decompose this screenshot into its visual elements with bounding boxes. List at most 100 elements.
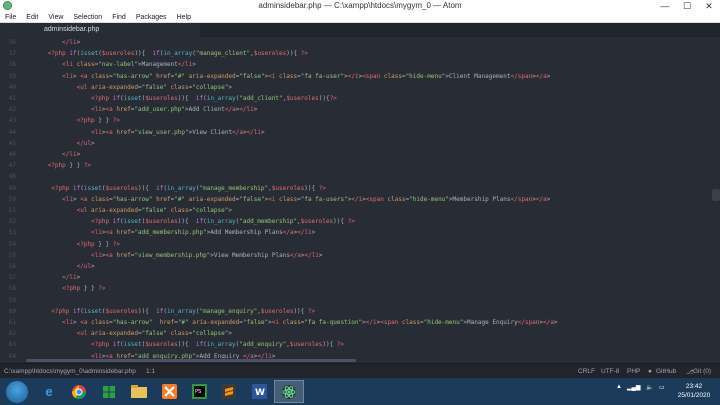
code-area[interactable]: </li> <?php if(isset($useroles)){ if(in_… [26, 37, 720, 363]
maximize-button[interactable]: ☐ [676, 0, 698, 12]
tab-label: adminsidebar.php [44, 26, 100, 33]
line-number: 40 [8, 83, 16, 91]
code-line[interactable]: <ul aria-expanded="false" class="collaps… [26, 84, 232, 91]
code-line[interactable]: <?php } } ?> [26, 285, 105, 292]
close-button[interactable]: ✕ [698, 0, 720, 12]
line-number: 41 [8, 95, 16, 102]
battery-icon[interactable]: ▭ [659, 384, 665, 391]
code-line[interactable]: <li><a href="add_membership.php">Add Mem… [26, 229, 315, 236]
line-number: 51 [8, 207, 16, 214]
line-number: 44 [8, 128, 16, 136]
menu-bar: File Edit View Selection Find Packages H… [0, 12, 720, 23]
menu-help[interactable]: Help [172, 12, 196, 22]
code-line[interactable]: <?php if(isset($useroles)){ if(in_array(… [26, 50, 308, 57]
store-icon[interactable] [94, 380, 124, 403]
code-line[interactable]: <li><a href="add_user.php">Add Client</a… [26, 106, 257, 113]
title-bar: adminsidebar.php — C:\xampp\htdocs\mygym… [0, 0, 720, 12]
code-line[interactable]: </li> [26, 151, 80, 158]
code-line[interactable]: <ul aria-expanded="false" class="collaps… [26, 207, 232, 214]
windows-start-icon[interactable] [6, 381, 28, 403]
line-number-gutter: 36 37 38 39 40 41 42 43 44 45 46 47 48 49 50 51 52 53 54 55… [0, 37, 26, 363]
status-line-ending[interactable]: CRLF [578, 368, 595, 375]
status-grammar[interactable]: PHP [627, 368, 640, 375]
taskbar-clock[interactable]: 23:42 25/01/2020 [672, 382, 716, 400]
line-number: 62 [8, 330, 16, 338]
tab-bar: adminsidebar.php [0, 23, 720, 37]
menu-file[interactable]: File [0, 12, 21, 22]
code-line[interactable]: <li class="nav-label">Management</li> [26, 61, 196, 68]
menu-edit[interactable]: Edit [21, 12, 43, 22]
clock-date: 25/01/2020 [677, 392, 711, 399]
line-number: 46 [8, 151, 16, 158]
code-line[interactable]: <li> <a class="has-arrow" href="#" aria-… [26, 319, 557, 326]
code-line[interactable]: <?php } } ?> [26, 162, 91, 169]
code-line[interactable]: </ul> [26, 263, 95, 270]
line-number: 56 [8, 263, 16, 270]
code-line[interactable]: <?php if(isset($useroles)){ if(in_array(… [26, 185, 326, 192]
code-line[interactable]: </li> [26, 39, 80, 46]
line-number: 37 [8, 50, 16, 58]
side-panel-toggle[interactable] [712, 189, 720, 201]
line-number: 49 [8, 184, 16, 192]
line-number: 58 [8, 285, 16, 293]
phpstorm-icon[interactable]: PS [184, 380, 214, 403]
status-git[interactable]: Git (0) [693, 368, 711, 375]
menu-find[interactable]: Find [107, 12, 131, 22]
code-line[interactable]: <?php } } ?> [26, 117, 120, 124]
line-number: 61 [8, 319, 16, 326]
menu-packages[interactable]: Packages [131, 12, 172, 22]
code-line[interactable]: <li> <a class="has-arrow" href="#" aria-… [26, 196, 550, 203]
status-github[interactable]: GitHub [656, 368, 676, 375]
line-number: 48 [8, 173, 16, 181]
code-line[interactable]: <li><a href="view_user.php">View Client<… [26, 129, 265, 136]
chrome-icon[interactable] [64, 380, 94, 403]
code-editor[interactable]: 36 37 38 39 40 41 42 43 44 45 46 47 48 49 50 51 52 53 54 55… [0, 37, 720, 363]
atom-icon[interactable] [274, 380, 304, 403]
svg-text:W: W [255, 388, 265, 398]
status-cursor-position[interactable]: 1:1 [146, 368, 155, 375]
minimize-button[interactable]: — [654, 0, 676, 12]
svg-text:PS: PS [195, 389, 201, 395]
window-title: adminsidebar.php — C:\xampp\htdocs\mygym… [258, 1, 462, 10]
status-file-path[interactable]: C:\xampp\htdocs\mygym_0\adminsidebar.php [4, 368, 136, 375]
menu-view[interactable]: View [43, 12, 68, 22]
explorer-icon[interactable] [124, 380, 154, 403]
code-line[interactable]: <?php if(isset($useroles)){ if(in_array(… [26, 341, 344, 348]
line-number: 64 [8, 352, 16, 360]
status-bar: C:\xampp\htdocs\mygym_0\adminsidebar.php… [0, 363, 720, 378]
volume-icon[interactable]: 🔈 [646, 384, 653, 391]
github-icon: ● [648, 368, 652, 375]
network-icon[interactable]: ▂▄▆ [627, 384, 640, 391]
line-number: 52 [8, 218, 16, 226]
line-number: 45 [8, 139, 16, 147]
line-number: 53 [8, 229, 16, 237]
line-number: 47 [8, 162, 16, 170]
line-number: 50 [8, 195, 16, 203]
code-line[interactable]: <?php if(isset($useroles)){ if(in_array(… [26, 218, 355, 225]
code-line[interactable]: </ul> [26, 140, 95, 147]
line-number: 39 [8, 72, 16, 80]
code-line[interactable]: <?php if(isset($useroles)){ if(in_array(… [26, 308, 315, 315]
line-number: 60 [8, 307, 16, 315]
xampp-icon[interactable] [154, 380, 184, 403]
line-number: 42 [8, 106, 16, 114]
code-line[interactable]: </li> [26, 274, 80, 281]
code-line[interactable]: <li><a href="view_membership.php">View M… [26, 252, 323, 259]
horizontal-scrollbar[interactable] [26, 359, 356, 362]
tray-arrow-icon[interactable]: ▲ [616, 384, 622, 390]
code-line[interactable]: <li> <a class="has-arrow" href="#" aria-… [26, 73, 550, 80]
status-encoding[interactable]: UTF-8 [601, 368, 619, 375]
windows-taskbar: e PS W ▲ ▂▄▆ 🔈 ▭ 23:42 25/01/2020 [0, 378, 720, 405]
code-line[interactable]: <ul aria-expanded="false" class="collaps… [26, 330, 232, 337]
word-icon[interactable]: W [244, 380, 274, 403]
ie-icon[interactable]: e [34, 380, 64, 403]
sublime-icon[interactable] [214, 380, 244, 403]
line-number: 59 [8, 296, 16, 304]
code-line[interactable]: <?php if(isset($useroles)){ if(in_array(… [26, 95, 337, 102]
code-line[interactable]: <?php } } ?> [26, 241, 120, 248]
line-number: 57 [8, 274, 16, 282]
line-number: 36 [8, 39, 16, 46]
line-number: 38 [8, 61, 16, 69]
tab-adminsidebar[interactable]: adminsidebar.php [0, 23, 200, 37]
menu-selection[interactable]: Selection [68, 12, 107, 22]
